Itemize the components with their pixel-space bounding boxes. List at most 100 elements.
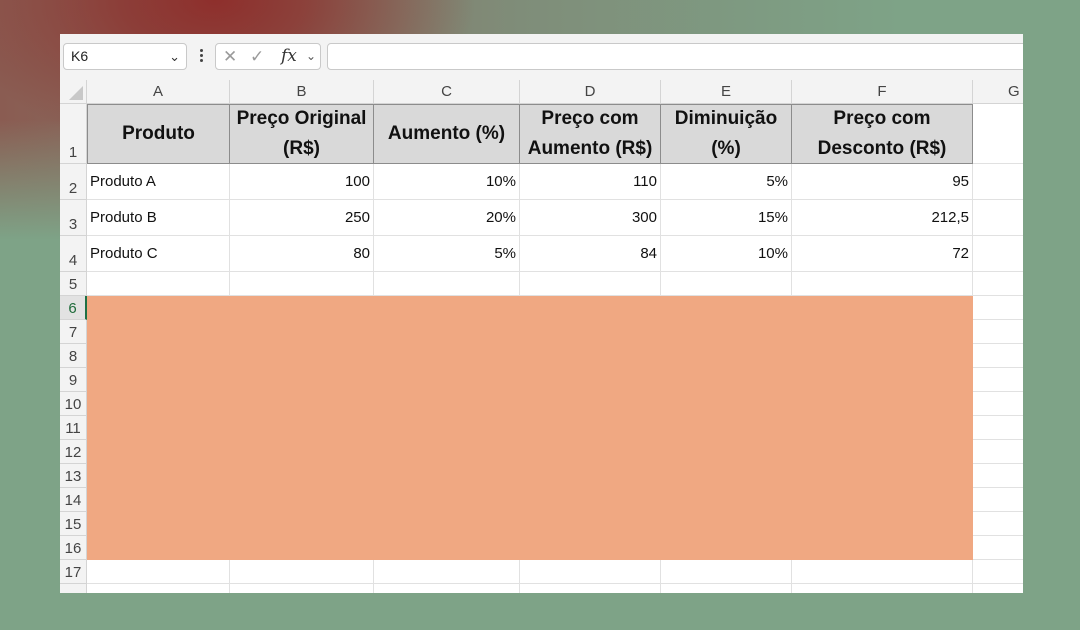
empty-cell[interactable] xyxy=(973,584,1023,593)
table-cell[interactable]: 100 xyxy=(230,164,374,200)
row-header-3[interactable]: 3 xyxy=(60,200,87,236)
header-cell-preco-com-desconto[interactable]: Preço com Desconto (R$) xyxy=(792,104,973,164)
name-box[interactable]: K6 ⌄ xyxy=(63,43,187,70)
row-header-5[interactable]: 5 xyxy=(60,272,87,296)
empty-cell[interactable] xyxy=(973,440,1023,464)
empty-cell[interactable] xyxy=(661,584,792,593)
more-options-icon[interactable] xyxy=(198,47,204,65)
empty-cell[interactable] xyxy=(374,584,520,593)
row-header-13[interactable]: 13 xyxy=(60,464,87,488)
table-cell[interactable]: 84 xyxy=(520,236,661,272)
chevron-down-icon[interactable]: ⌄ xyxy=(169,44,180,69)
empty-cell[interactable] xyxy=(87,272,230,296)
empty-cell[interactable] xyxy=(230,560,374,584)
header-cell-preco-com-aumento[interactable]: Preço com Aumento (R$) xyxy=(520,104,661,164)
table-cell[interactable]: Produto C xyxy=(87,236,230,272)
empty-cell[interactable] xyxy=(973,344,1023,368)
table-cell[interactable]: 80 xyxy=(230,236,374,272)
row-header-11[interactable]: 11 xyxy=(60,416,87,440)
row-header-16[interactable]: 16 xyxy=(60,536,87,560)
insert-function-button[interactable]: fx xyxy=(281,46,297,66)
row-header-15[interactable]: 15 xyxy=(60,512,87,536)
table-cell[interactable]: 5% xyxy=(374,236,520,272)
chevron-down-icon[interactable]: ⌄ xyxy=(306,49,316,63)
table-cell[interactable]: 10% xyxy=(374,164,520,200)
row-header-9[interactable]: 9 xyxy=(60,368,87,392)
empty-cell[interactable] xyxy=(87,560,230,584)
empty-cell[interactable] xyxy=(973,488,1023,512)
column-header-c[interactable]: C xyxy=(374,80,520,104)
row-header-8[interactable]: 8 xyxy=(60,344,87,368)
empty-cell[interactable] xyxy=(661,272,792,296)
row-header-14[interactable]: 14 xyxy=(60,488,87,512)
column-header-g[interactable]: G xyxy=(973,80,1023,104)
select-all-button[interactable] xyxy=(60,80,87,104)
table-cell[interactable]: 20% xyxy=(374,200,520,236)
empty-cell[interactable] xyxy=(973,368,1023,392)
empty-cell[interactable] xyxy=(374,560,520,584)
row-header-17[interactable]: 17 xyxy=(60,560,87,584)
empty-cell[interactable] xyxy=(792,584,973,593)
worksheet-grid[interactable]: A B C D E F G 1 2 3 4 5 6 7 8 9 10 11 12… xyxy=(60,80,1023,593)
table-cell[interactable]: 10% xyxy=(661,236,792,272)
row-header-2[interactable]: 2 xyxy=(60,164,87,200)
column-header-e[interactable]: E xyxy=(661,80,792,104)
table-cell[interactable]: Produto B xyxy=(87,200,230,236)
row-number: 11 xyxy=(65,420,81,437)
row-number: 5 xyxy=(68,276,78,293)
column-header-d[interactable]: D xyxy=(520,80,661,104)
close-icon[interactable]: ✕ xyxy=(223,47,237,67)
column-header-f[interactable]: F xyxy=(792,80,973,104)
column-header-a[interactable]: A xyxy=(87,80,230,104)
empty-cell[interactable] xyxy=(374,272,520,296)
row-header-1[interactable]: 1 xyxy=(60,104,87,164)
empty-cell[interactable] xyxy=(230,272,374,296)
table-cell[interactable]: 15% xyxy=(661,200,792,236)
table-cell[interactable]: Produto A xyxy=(87,164,230,200)
row-header-7[interactable]: 7 xyxy=(60,320,87,344)
empty-cell[interactable] xyxy=(973,416,1023,440)
header-cell-produto[interactable]: Produto xyxy=(87,104,230,164)
empty-cell[interactable] xyxy=(520,560,661,584)
empty-cell[interactable] xyxy=(973,272,1023,296)
header-cell-diminuicao[interactable]: Diminuição (%) xyxy=(661,104,792,164)
empty-cell[interactable] xyxy=(973,560,1023,584)
row-header-18[interactable] xyxy=(60,584,87,593)
empty-cell[interactable] xyxy=(792,272,973,296)
table-cell[interactable]: 110 xyxy=(520,164,661,200)
empty-cell[interactable] xyxy=(973,104,1023,164)
empty-cell[interactable] xyxy=(973,536,1023,560)
row-header-12[interactable]: 12 xyxy=(60,440,87,464)
empty-cell[interactable] xyxy=(973,512,1023,536)
empty-cell[interactable] xyxy=(520,272,661,296)
checkmark-icon[interactable]: ✓ xyxy=(250,47,264,67)
header-cell-aumento[interactable]: Aumento (%) xyxy=(374,104,520,164)
table-cell[interactable]: 72 xyxy=(792,236,973,272)
empty-cell[interactable] xyxy=(973,392,1023,416)
table-cell[interactable]: 212,5 xyxy=(792,200,973,236)
name-box-value: K6 xyxy=(71,48,89,64)
empty-cell[interactable] xyxy=(973,164,1023,200)
table-cell[interactable]: 95 xyxy=(792,164,973,200)
header-line: Preço Original xyxy=(236,108,367,129)
empty-cell[interactable] xyxy=(520,584,661,593)
column-header-b[interactable]: B xyxy=(230,80,374,104)
header-cell-preco-original[interactable]: Preço Original (R$) xyxy=(230,104,374,164)
formula-input[interactable] xyxy=(327,43,1023,70)
row-header-6[interactable]: 6 xyxy=(60,296,87,320)
empty-cell[interactable] xyxy=(230,584,374,593)
empty-cell[interactable] xyxy=(792,560,973,584)
table-cell[interactable]: 300 xyxy=(520,200,661,236)
empty-cell[interactable] xyxy=(973,464,1023,488)
empty-cell[interactable] xyxy=(973,236,1023,272)
row-header-4[interactable]: 4 xyxy=(60,236,87,272)
table-cell[interactable]: 250 xyxy=(230,200,374,236)
empty-cell[interactable] xyxy=(87,584,230,593)
table-cell[interactable]: 5% xyxy=(661,164,792,200)
empty-cell[interactable] xyxy=(661,560,792,584)
row-number: 7 xyxy=(68,324,78,341)
empty-cell[interactable] xyxy=(973,200,1023,236)
empty-cell[interactable] xyxy=(973,320,1023,344)
empty-cell[interactable] xyxy=(973,296,1023,320)
row-header-10[interactable]: 10 xyxy=(60,392,87,416)
